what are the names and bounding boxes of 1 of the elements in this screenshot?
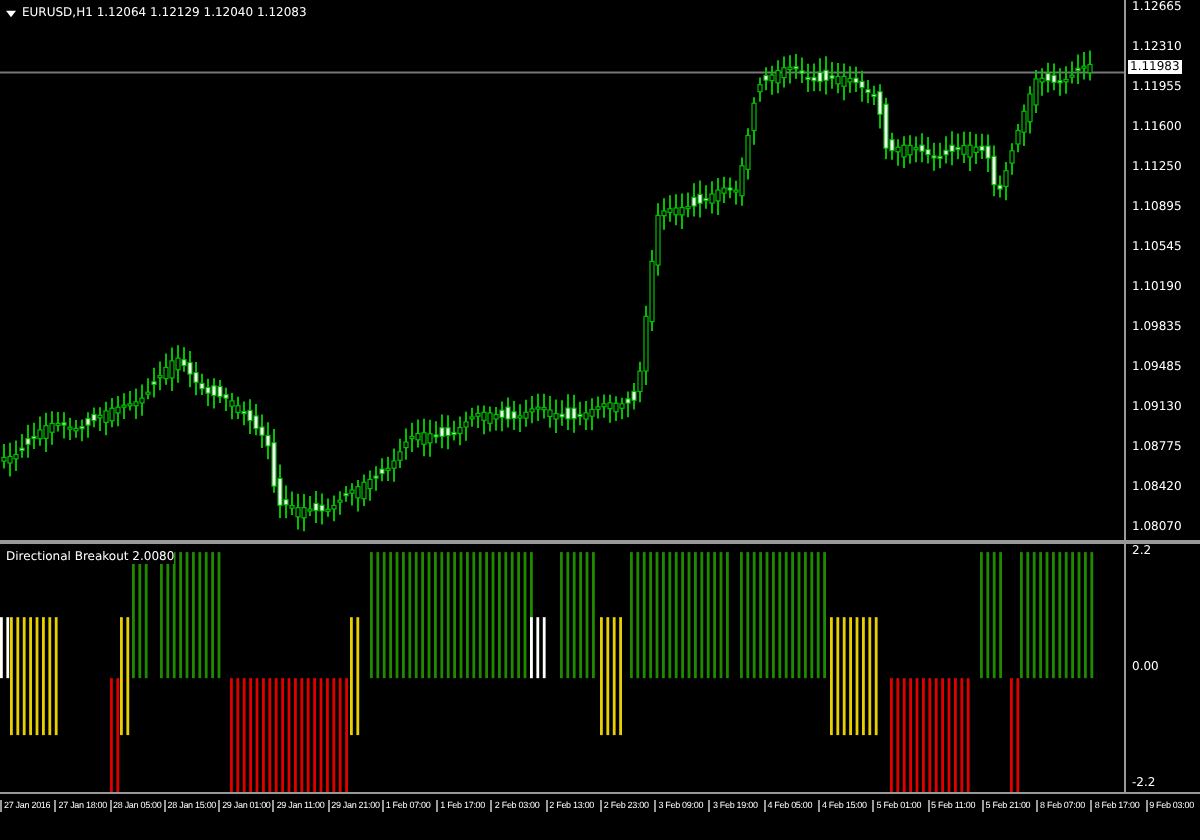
dropdown-triangle-icon[interactable] bbox=[6, 9, 16, 17]
